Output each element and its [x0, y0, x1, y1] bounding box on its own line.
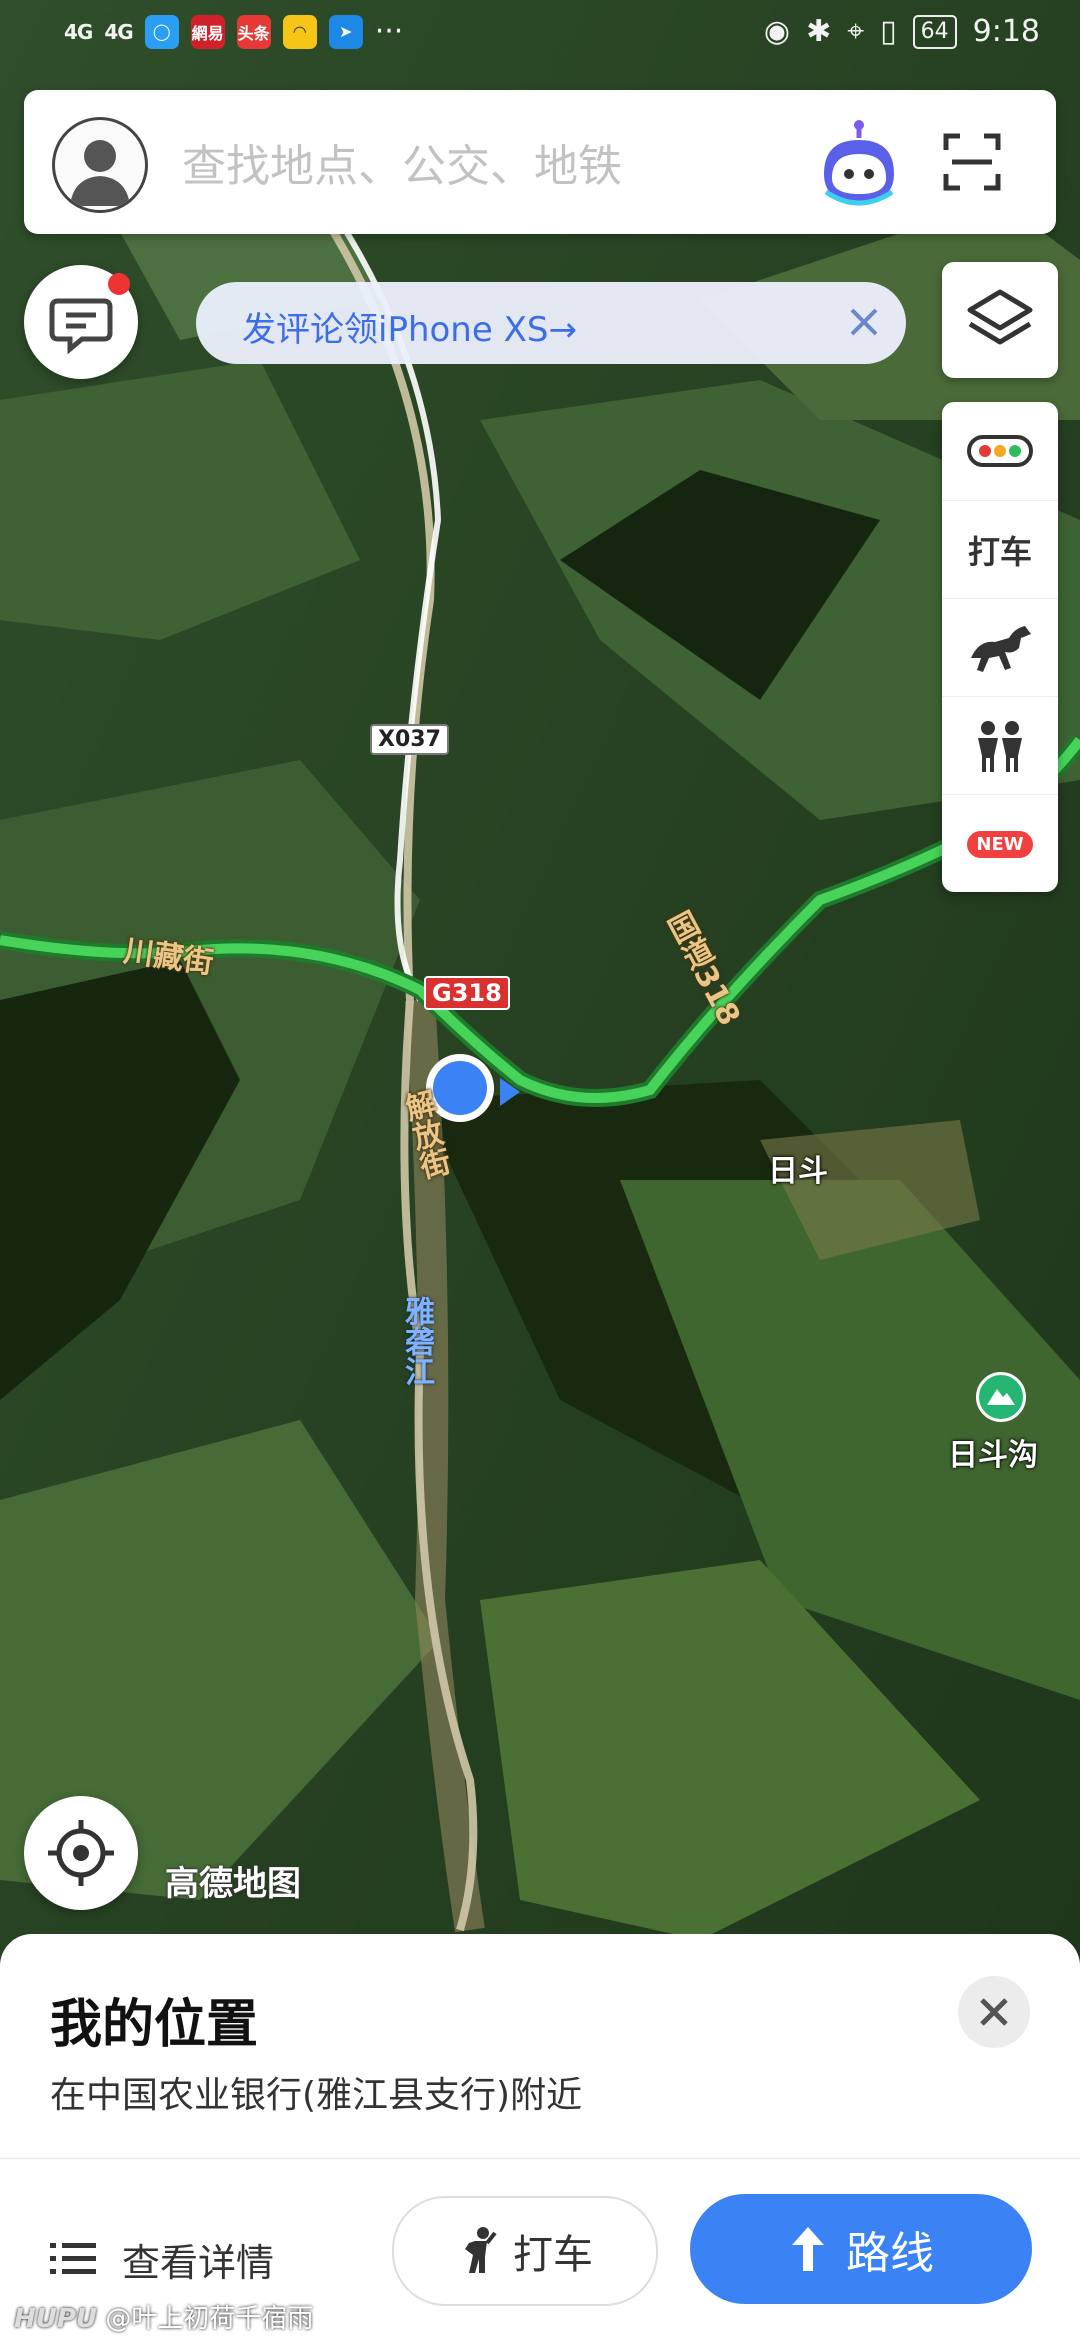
scan-icon[interactable]	[942, 132, 1002, 192]
notification-dot	[108, 273, 130, 295]
promo-banner[interactable]: 发评论领iPhone XS→	[196, 282, 906, 364]
netease-news-icon: 網易	[190, 14, 225, 49]
location-sheet: 我的位置 在中国农业银行(雅江县支行)附近 查看详情 打车 路线	[0, 1934, 1080, 2340]
location-icon: ⌖	[847, 14, 865, 49]
taxi-label: 打车	[513, 2232, 593, 2278]
vibrate-icon: ▯	[880, 14, 897, 49]
hailing-person-icon	[465, 2227, 497, 2273]
close-icon[interactable]	[842, 300, 886, 344]
traffic-light-icon	[967, 435, 1033, 467]
messages-button[interactable]	[24, 265, 138, 379]
avatar[interactable]	[52, 117, 148, 213]
close-icon	[980, 1998, 1008, 2026]
clock: 9:18	[972, 14, 1040, 49]
taxi-button[interactable]: 打车	[392, 2196, 658, 2306]
travel-mode-button[interactable]	[942, 598, 1058, 697]
divider	[0, 2158, 1080, 2159]
promo-banner-text[interactable]: 发评论领iPhone XS→	[242, 302, 577, 351]
taxi-tool-button[interactable]: 打车	[942, 500, 1058, 599]
family-button[interactable]	[942, 696, 1058, 795]
view-details-button[interactable]: 查看详情	[50, 2224, 274, 2294]
taxi-tool-label: 打车	[967, 533, 1032, 571]
user-icon	[70, 140, 130, 206]
map-tools-panel: 打车 NEW	[942, 402, 1058, 892]
layers-icon	[967, 289, 1033, 345]
horse-icon	[971, 626, 1031, 672]
route-label: 路线	[846, 2228, 934, 2279]
place-label-ridou[interactable]: 日斗	[768, 1146, 828, 1190]
search-input[interactable]: 查找地点、公交、地铁	[182, 130, 622, 194]
mountain-icon[interactable]	[976, 1372, 1026, 1422]
river-label-yalong[interactable]: 雅砻江	[394, 1296, 438, 1386]
location-subtitle: 在中国农业银行(雅江县支行)附近	[50, 2075, 583, 2116]
signal-strength-2: 4G	[104, 19, 133, 44]
voice-assistant-icon[interactable]	[814, 118, 904, 208]
road-shield-x037[interactable]: X037	[370, 724, 449, 755]
traffic-button[interactable]	[942, 402, 1058, 500]
watermark-user: @叶上初荷千宿雨	[105, 2304, 314, 2334]
people-icon	[978, 721, 1022, 772]
road-shield-g318[interactable]: G318	[424, 976, 510, 1010]
new-badge: NEW	[967, 830, 1033, 858]
sheet-close-button[interactable]	[958, 1976, 1030, 2048]
signal-strength-1: 4G	[64, 19, 93, 44]
view-details-label: 查看详情	[122, 2240, 275, 2285]
watermark-brand: HUPU	[14, 2304, 98, 2334]
amap-logo: 高德地图	[165, 1864, 301, 1904]
location-title: 我的位置	[50, 1995, 259, 2055]
more-notifications: ···	[374, 14, 404, 49]
status-bar: 4G 4G ◯ 網易 头条 ◠ ➤ ··· ◉ ✱ ⌖ ▯ 64 9:18	[0, 0, 1080, 70]
search-bar[interactable]: 查找地点、公交、地铁	[24, 90, 1056, 234]
send-icon: ➤	[328, 14, 363, 49]
route-arrow-icon	[792, 2227, 824, 2271]
map-layers-button[interactable]	[942, 262, 1058, 378]
bluetooth-icon: ✱	[806, 14, 832, 49]
watermark: HUPU @叶上初荷千宿雨	[14, 2298, 313, 2335]
peak-glyph	[987, 1389, 1015, 1405]
browser-icon: ◯	[144, 14, 179, 49]
list-icon	[50, 2243, 96, 2274]
locate-me-button[interactable]	[24, 1796, 138, 1910]
eye-comfort-icon: ◉	[763, 14, 791, 49]
bilibili-icon: ◠	[282, 14, 317, 49]
route-button[interactable]: 路线	[690, 2194, 1032, 2304]
place-label-ridougou[interactable]: 日斗沟	[948, 1430, 1038, 1474]
crosshair-icon	[48, 1820, 114, 1886]
new-feature-button[interactable]: NEW	[942, 794, 1058, 893]
battery-indicator: 64	[912, 14, 957, 49]
toutiao-icon: 头条	[236, 14, 271, 49]
